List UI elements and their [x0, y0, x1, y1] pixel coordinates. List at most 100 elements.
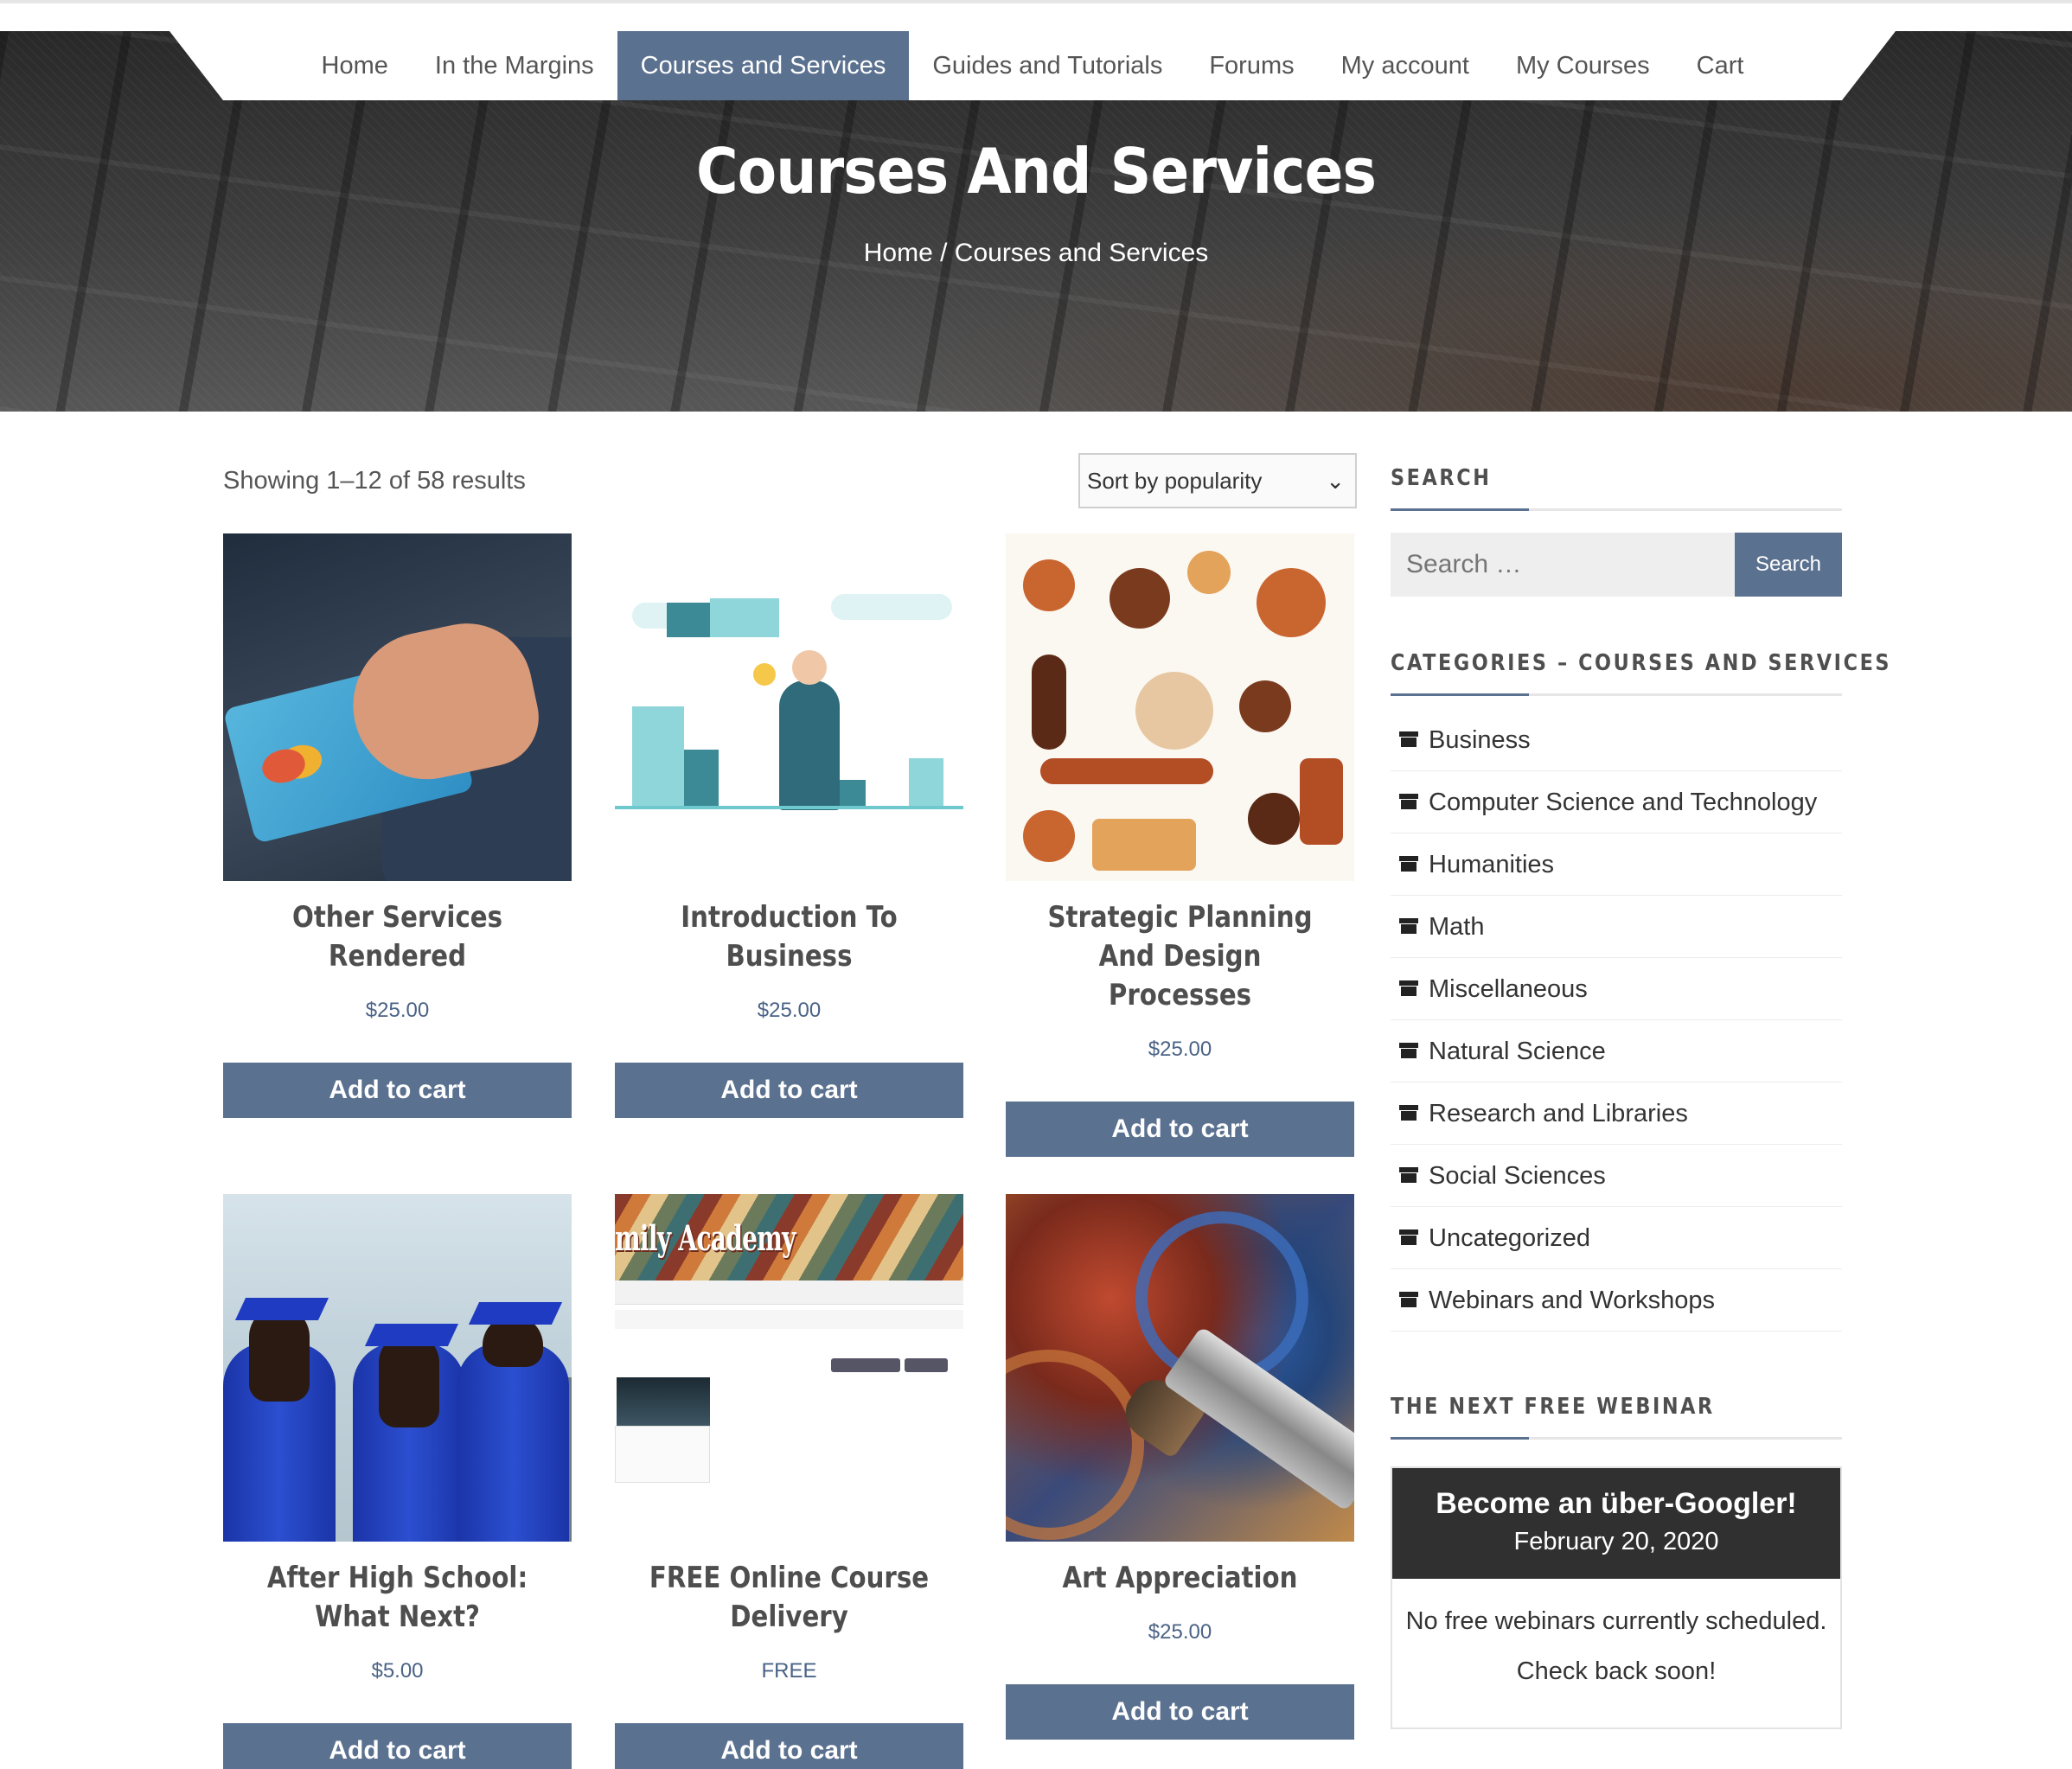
result-count: Showing 1–12 of 58 results — [223, 467, 526, 495]
category-item-computer-science[interactable]: Computer Science and Technology — [1391, 771, 1842, 833]
product-card: Other Services Rendered $25.00 Add to ca… — [223, 533, 572, 1118]
product-price: $25.00 — [365, 999, 430, 1022]
graduation-cap-icon — [468, 1302, 563, 1325]
main-navigation: Home In the Margins Courses and Services Gu… — [169, 31, 1896, 100]
category-label: Natural Science — [1429, 1038, 1606, 1065]
product-title[interactable]: Other Services Rendered — [247, 898, 547, 976]
graduation-cap-icon — [364, 1324, 459, 1346]
screenshot-brand-text: mily Academy — [615, 1218, 796, 1259]
heading-underline — [1391, 1437, 1842, 1440]
robot-head-shape — [1257, 568, 1326, 637]
product-image-course-screenshot[interactable]: mily Academy — [615, 1194, 963, 1542]
screenshot-thumbnail — [617, 1377, 710, 1426]
screenshot-dropdown — [831, 1358, 900, 1372]
webinar-header[interactable]: Become an über-Googler! February 20, 202… — [1392, 1468, 1840, 1579]
gear-icon — [1239, 680, 1291, 732]
screenshot-course-card — [615, 1426, 710, 1483]
add-to-cart-button[interactable]: Add to cart — [615, 1063, 963, 1118]
breadcrumb-separator: / — [932, 239, 955, 267]
archive-icon — [1399, 1292, 1418, 1307]
archive-icon — [1399, 1167, 1418, 1183]
add-to-cart-button[interactable]: Add to cart — [1006, 1684, 1354, 1740]
category-item-math[interactable]: Math — [1391, 896, 1842, 958]
nav-guides-and-tutorials[interactable]: Guides and Tutorials — [909, 31, 1186, 100]
archive-icon — [1399, 1043, 1418, 1058]
circle-shape — [1248, 793, 1300, 845]
product-image-mechanical-illustration[interactable] — [1006, 533, 1354, 881]
bar-shape — [1040, 758, 1213, 784]
sort-select[interactable]: Sort by popularity ⌄ — [1078, 453, 1357, 508]
product-image-credit-card[interactable] — [223, 533, 572, 881]
add-to-cart-button[interactable]: Add to cart — [223, 1063, 572, 1118]
search-widget-heading: SEARCH — [1391, 465, 1492, 491]
add-to-cart-button[interactable]: Add to cart — [223, 1723, 572, 1769]
product-card: Strategic Planning And Design Processes … — [1006, 533, 1354, 1157]
search-input[interactable] — [1391, 533, 1735, 597]
category-label: Research and Libraries — [1429, 1100, 1688, 1127]
category-label: Computer Science and Technology — [1429, 789, 1818, 816]
product-title[interactable]: FREE Online Course Delivery — [639, 1559, 939, 1637]
category-item-webinars-and-workshops[interactable]: Webinars and Workshops — [1391, 1269, 1842, 1332]
nav-my-courses[interactable]: My Courses — [1493, 31, 1673, 100]
category-item-social-sciences[interactable]: Social Sciences — [1391, 1145, 1842, 1207]
webinar-message: No free webinars currently scheduled. Ch… — [1392, 1579, 1840, 1696]
category-item-natural-science[interactable]: Natural Science — [1391, 1020, 1842, 1082]
category-item-research-and-libraries[interactable]: Research and Libraries — [1391, 1082, 1842, 1145]
nav-forums[interactable]: Forums — [1186, 31, 1317, 100]
ground-line — [615, 806, 963, 809]
add-to-cart-button[interactable]: Add to cart — [615, 1723, 963, 1769]
circle-shape — [1187, 551, 1231, 594]
archive-icon — [1399, 1229, 1418, 1245]
nav-my-account[interactable]: My account — [1318, 31, 1493, 100]
archive-icon — [1399, 918, 1418, 934]
add-to-cart-button[interactable]: Add to cart — [1006, 1102, 1354, 1157]
category-list: Business Computer Science and Technology… — [1391, 709, 1842, 1332]
gear-icon — [1023, 810, 1075, 862]
webinar-message-line: No free webinars currently scheduled. — [1405, 1607, 1827, 1635]
breadcrumb-home-link[interactable]: Home — [864, 239, 933, 267]
product-image-paint-brush[interactable] — [1006, 1194, 1354, 1542]
category-label: Social Sciences — [1429, 1162, 1606, 1190]
product-price: $5.00 — [371, 1659, 424, 1683]
product-image-business-illustration[interactable] — [615, 533, 963, 881]
shop-building-shape — [710, 598, 779, 637]
breadcrumb: Home / Courses and Services — [0, 239, 2072, 268]
circle-shape — [1110, 568, 1170, 629]
search-button[interactable]: Search — [1735, 533, 1842, 597]
graduation-cap-icon — [234, 1298, 329, 1320]
nav-courses-and-services[interactable]: Courses and Services — [617, 31, 910, 100]
product-card: mily Academy FREE Online Course Delivery… — [615, 1194, 963, 1769]
screenshot-menu-bar — [615, 1280, 963, 1305]
product-price: $25.00 — [1148, 1038, 1212, 1061]
product-card: Introduction To Business $25.00 Add to c… — [615, 533, 963, 1118]
archive-icon — [1399, 856, 1418, 872]
sort-selected-value: Sort by popularity — [1087, 468, 1263, 494]
product-title[interactable]: Introduction To Business — [639, 898, 939, 976]
category-label: Math — [1429, 913, 1485, 941]
product-title[interactable]: Art Appreciation — [1030, 1559, 1330, 1598]
category-label: Humanities — [1429, 851, 1555, 878]
nav-in-the-margins[interactable]: In the Margins — [412, 31, 617, 100]
category-item-business[interactable]: Business — [1391, 709, 1842, 771]
chevron-down-icon: ⌄ — [1326, 468, 1345, 494]
heading-underline — [1391, 508, 1842, 511]
nav-cart[interactable]: Cart — [1673, 31, 1768, 100]
archive-icon — [1399, 1105, 1418, 1121]
product-price: $25.00 — [1148, 1620, 1212, 1644]
lightbulb-icon — [753, 663, 776, 686]
webinar-title[interactable]: Become an über-Googler! — [1392, 1487, 1840, 1521]
product-title[interactable]: After High School: What Next? — [247, 1559, 547, 1637]
product-title[interactable]: Strategic Planning And Design Processes — [1030, 898, 1330, 1015]
webinar-widget: Become an über-Googler! February 20, 202… — [1391, 1466, 1842, 1729]
category-item-uncategorized[interactable]: Uncategorized — [1391, 1207, 1842, 1269]
webinar-date: February 20, 2020 — [1513, 1528, 1719, 1555]
block-shape — [1092, 819, 1196, 871]
hair-shape — [379, 1332, 439, 1427]
product-card: After High School: What Next? $5.00 Add … — [223, 1194, 572, 1769]
product-image-graduates[interactable] — [223, 1194, 572, 1542]
product-price: $25.00 — [757, 999, 822, 1022]
category-item-miscellaneous[interactable]: Miscellaneous — [1391, 958, 1842, 1020]
categories-widget-heading: CATEGORIES – COURSES AND SERVICES — [1391, 650, 1892, 676]
category-item-humanities[interactable]: Humanities — [1391, 833, 1842, 896]
nav-home[interactable]: Home — [298, 31, 412, 100]
